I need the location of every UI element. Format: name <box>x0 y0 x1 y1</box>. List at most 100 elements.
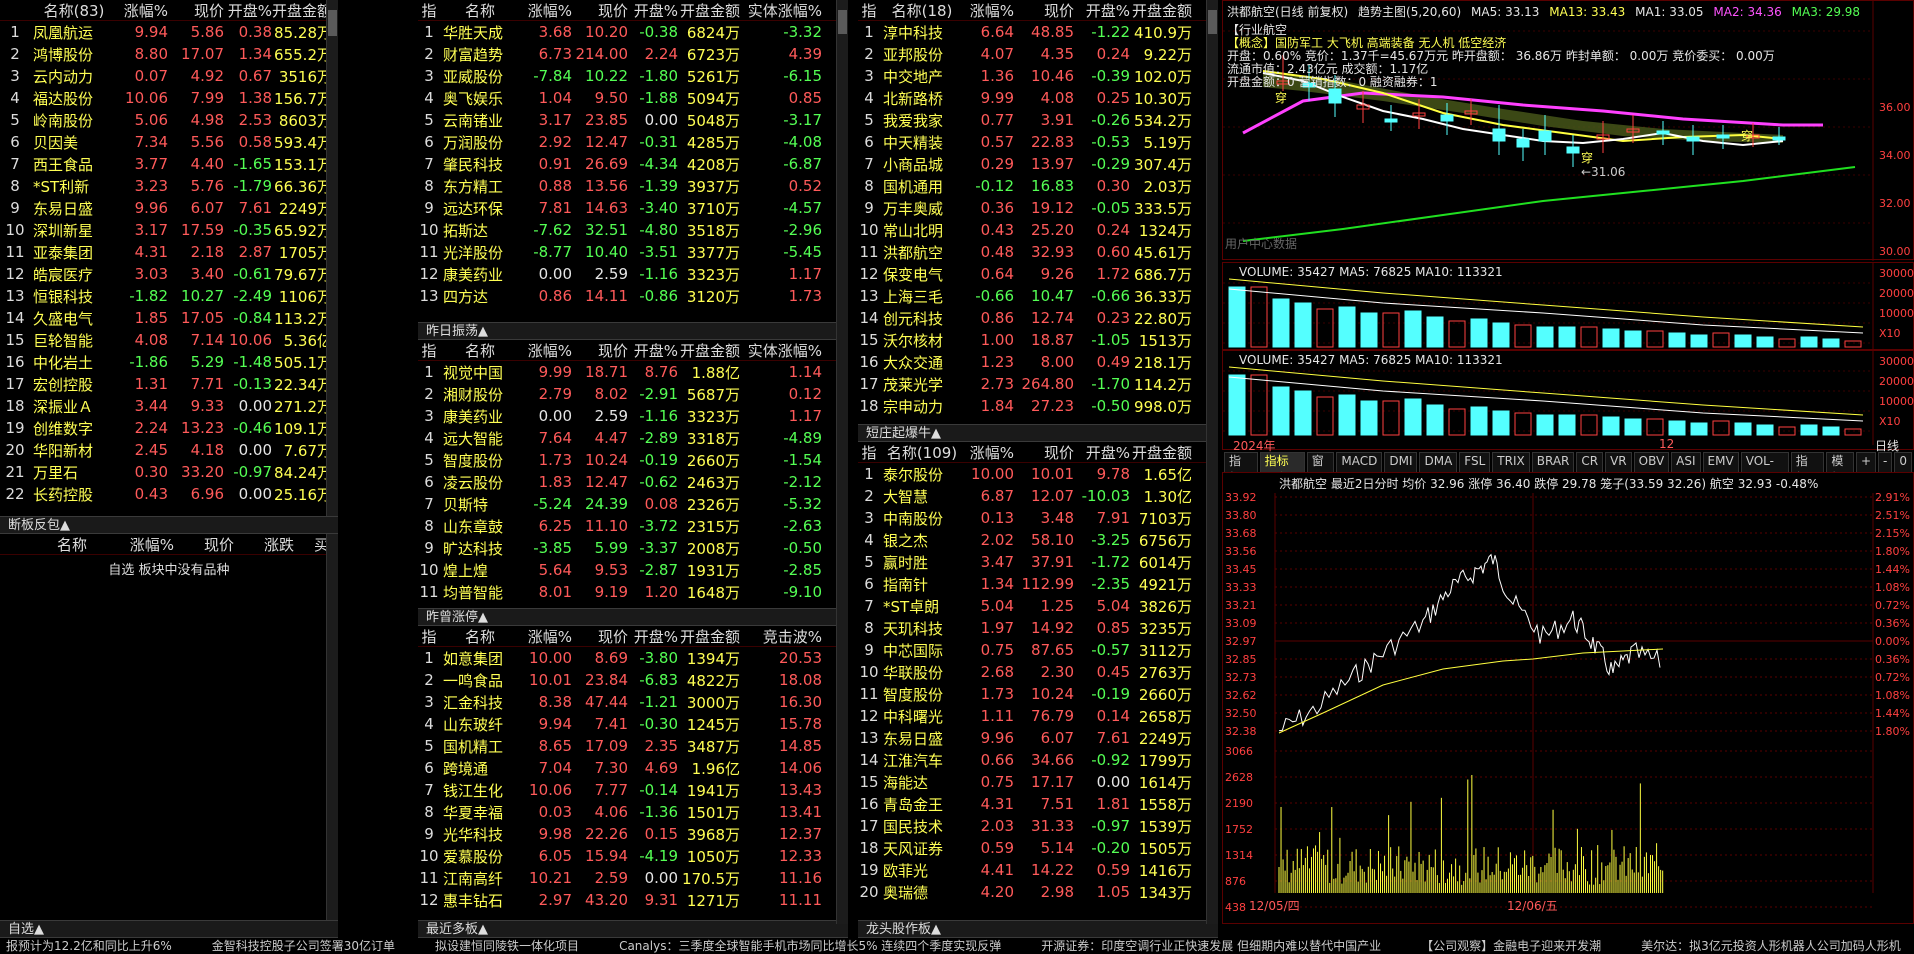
table-row[interactable]: 8*ST利新3.235.76-1.7966.36万6.27 <box>0 175 338 197</box>
news-ticker[interactable]: 报预计为12.2亿和同比上升6% 金智科技控股子公司签署30亿订单 拟设建恒同陵铁一… <box>0 938 1914 954</box>
section-title-zuoceng[interactable]: 昨曾涨停▲ <box>418 608 848 626</box>
column-header[interactable]: 现价 <box>1014 0 1074 21</box>
column-header[interactable]: 现价 <box>572 626 628 647</box>
table-row[interactable]: 6 凌云股份 1.83 12.47 -0.62 2463万 -2.12 <box>418 471 848 493</box>
table-row[interactable]: 7 钱江生化 10.06 7.77 -0.14 1941万 13.43 <box>418 779 848 801</box>
table-row[interactable]: 5 云南锗业 3.17 23.85 0.00 5048万 -3.17 <box>418 109 848 131</box>
table-row[interactable]: 2 亚邦股份 4.07 4.35 0.24 9.22万 <box>858 43 1218 65</box>
table-row[interactable]: 13 上海三毛 -0.66 10.47 -0.66 36.33万 <box>858 285 1218 307</box>
table-row[interactable]: 8 山东章鼓 6.25 11.10 -3.72 2315万 -2.63 <box>418 515 848 537</box>
table-row[interactable]: 11 智度股份 1.73 10.24 -0.19 2660万 <box>858 683 1218 705</box>
column-header[interactable]: 开盘金额 <box>1130 442 1192 463</box>
table-row[interactable]: 18 天风证券 0.59 5.14 -0.20 1505万 <box>858 837 1218 859</box>
column-header[interactable]: 名称(109) <box>880 442 964 463</box>
table-row[interactable]: 11 洪都航空 0.48 32.93 0.60 45.61万 <box>858 241 1218 263</box>
table-row[interactable]: 9 万丰奥威 0.36 19.12 -0.05 333.5万 <box>858 197 1218 219</box>
column-header[interactable]: 开盘% <box>628 626 678 647</box>
column-header[interactable]: 实体涨幅% <box>740 0 822 21</box>
column-header[interactable]: 竞击波% <box>740 626 822 647</box>
table-row[interactable]: 10 拓斯达 -7.62 32.51 -4.80 3518万 -2.96 <box>418 219 848 241</box>
table-row[interactable]: 16中化岩土-1.865.29-1.48505.1万3.52 <box>0 351 338 373</box>
table-row[interactable]: 5 赢时胜 3.47 37.91 -1.72 6014万 <box>858 551 1218 573</box>
table-row[interactable]: 12皓宸医疗3.033.40-0.6179.67万4.29 <box>0 263 338 285</box>
section-title-longtou[interactable]: 龙头股作板▲ <box>858 920 1218 938</box>
table-row[interactable]: 3 中南股份 0.13 3.48 7.91 7103万 <box>858 507 1218 529</box>
table-row[interactable]: 11 江南高纤 10.21 2.59 0.00 170.5万 11.16 <box>418 867 848 889</box>
column-header[interactable]: 涨幅% <box>520 0 572 21</box>
column-header[interactable]: 开盘% <box>628 340 678 361</box>
column-header[interactable]: 开盘% <box>224 0 272 21</box>
table-row[interactable]: 15巨轮智能4.087.1410.065.36亿3.93 <box>0 329 338 351</box>
table-row[interactable]: 10 常山北明 0.43 25.20 0.24 1324万 <box>858 219 1218 241</box>
table-row[interactable]: 10 华联股份 2.68 2.30 0.45 2763万 <box>858 661 1218 683</box>
table-row[interactable]: 7 *ST卓朗 5.04 1.25 5.04 3826万 <box>858 595 1218 617</box>
column-header[interactable]: 开盘% <box>628 0 678 21</box>
table-row[interactable]: 17 国民技术 2.03 31.33 -0.97 1539万 <box>858 815 1218 837</box>
table-row[interactable]: 6 中天精装 0.57 22.83 -0.53 5.19万 <box>858 131 1218 153</box>
table-row[interactable]: 5岭南股份5.064.982.538603万7.10 <box>0 109 338 131</box>
table-row[interactable]: 10深圳新星3.1717.59-0.3565.92万4.52 <box>0 219 338 241</box>
scrollbar[interactable] <box>326 0 338 516</box>
column-header[interactable]: 指 <box>418 626 440 647</box>
column-header[interactable]: 名称 <box>440 626 520 647</box>
table-row[interactable]: 14 江淮汽车 0.66 34.66 -0.92 1799万 <box>858 749 1218 771</box>
news-item[interactable]: 开源证券：印度空调行业正快速发展 但细期内难以替代中国产业 <box>1041 938 1381 954</box>
table-row[interactable]: 2鸿博股份8.8017.071.34655.2万9.42 <box>0 43 338 65</box>
table-row[interactable]: 1 如意集团 10.00 8.69 -3.80 1394万 20.53 <box>418 647 848 669</box>
section-title-duanzhuang[interactable]: 短庄起爆牛▲ <box>858 424 1218 442</box>
table-row[interactable]: 13 四方达 0.86 14.11 -0.86 3120万 1.73 <box>418 285 848 307</box>
table-row[interactable]: 7 小商品城 0.29 13.97 -0.29 307.4万 <box>858 153 1218 175</box>
column-header[interactable]: 现价 <box>572 0 628 21</box>
column-header[interactable]: 指 <box>418 0 440 21</box>
column-header[interactable]: 现价 <box>168 0 224 21</box>
table-row[interactable]: 4 北新路桥 9.99 4.08 0.25 10.30万 <box>858 87 1218 109</box>
column-header[interactable]: 指 <box>858 442 880 463</box>
table-row[interactable]: 22长药控股0.436.960.0025.16万3.11 <box>0 483 338 505</box>
table-row[interactable]: 19创维数字2.2413.23-0.46109.1万3.28 <box>0 417 338 439</box>
table-row[interactable]: 12 中科曙光 1.11 76.79 0.14 2658万 <box>858 705 1218 727</box>
column-header[interactable]: 涨幅% <box>114 534 174 555</box>
table-row[interactable]: 1 华胜天成 3.68 10.20 -0.38 6824万 -3.32 <box>418 21 848 43</box>
column-header[interactable]: 名称(18) <box>880 0 964 21</box>
table-row[interactable]: 2 湘财股份 2.79 8.02 -2.91 5687万 0.12 <box>418 383 848 405</box>
column-header[interactable]: 现价 <box>174 534 234 555</box>
column-header[interactable]: 名称 <box>440 340 520 361</box>
scrollbar[interactable] <box>836 0 848 924</box>
table-row[interactable]: 4 山东玻纤 9.94 7.41 -0.30 1245万 15.78 <box>418 713 848 735</box>
table-row[interactable]: 9 远达环保 7.81 14.63 -3.40 3710万 -4.57 <box>418 197 848 219</box>
table-row[interactable]: 5 智度股份 1.73 10.24 -0.19 2660万 -1.54 <box>418 449 848 471</box>
column-header[interactable]: 指 <box>418 340 440 361</box>
table-row[interactable]: 1 淳中科技 6.64 48.85 -1.22 410.9万 <box>858 21 1218 43</box>
table-row[interactable]: 16 青岛金王 4.31 7.51 1.81 1558万 <box>858 793 1218 815</box>
table-row[interactable]: 4 远大智能 7.64 4.47 -2.89 3318万 -4.89 <box>418 427 848 449</box>
table-row[interactable]: 1 泰尔股份 10.00 10.01 9.78 1.65亿 <box>858 463 1218 485</box>
table-row[interactable]: 9 旷达科技 -3.85 5.99 -3.37 2008万 -0.50 <box>418 537 848 559</box>
table-row[interactable]: 11 光洋股份 -8.77 10.40 -3.51 3377万 -5.45 <box>418 241 848 263</box>
scrollbar[interactable] <box>1206 0 1218 924</box>
table-row[interactable]: 2 一鸣食品 10.01 23.84 -6.83 4822万 18.08 <box>418 669 848 691</box>
column-header[interactable]: 开盘金额 <box>678 626 740 647</box>
table-row[interactable]: 3 康美药业 0.00 2.59 -1.16 3323万 1.17 <box>418 405 848 427</box>
table-row[interactable]: 19 欧菲光 4.41 14.22 0.59 1416万 <box>858 859 1218 881</box>
column-header[interactable]: 开盘% <box>1074 0 1130 21</box>
table-row[interactable]: 1 视觉中国 9.99 18.71 8.76 1.88亿 1.14 <box>418 361 848 383</box>
table-row[interactable]: 13恒银科技-1.8210.27-2.491106万4.16 <box>0 285 338 307</box>
table-row[interactable]: 2 财富趋势 6.73 214.00 2.24 6723万 4.39 <box>418 43 848 65</box>
table-row[interactable]: 20 奥瑞德 4.20 2.98 1.05 1343万 <box>858 881 1218 903</box>
table-row[interactable]: 9 中芯国际 0.75 87.65 -0.57 3112万 <box>858 639 1218 661</box>
column-header[interactable]: 现价 <box>572 340 628 361</box>
table-row[interactable]: 11 均普智能 8.01 9.19 1.20 1648万 -9.10 <box>418 581 848 603</box>
table-row[interactable]: 14 创元科技 0.86 12.74 0.23 22.80万 <box>858 307 1218 329</box>
section-title-zixuan[interactable]: 自选▲ <box>0 920 338 938</box>
news-item[interactable]: 金智科技控股子公司签署30亿订单 <box>212 938 395 954</box>
table-row[interactable]: 18 宗申动力 1.84 27.23 -0.50 998.0万 <box>858 395 1218 417</box>
table-row[interactable]: 18深振业Ａ3.449.330.00271.2万3.42 <box>0 395 338 417</box>
column-header[interactable]: 开盘金额 <box>272 0 332 21</box>
volume-chart-2[interactable]: VOLUME: 35427 MA5: 76825 MA10: 113321 30… <box>1222 350 1914 453</box>
table-row[interactable]: 6 指南针 1.34 112.99 -2.35 4921万 <box>858 573 1218 595</box>
table-row[interactable]: 13 东易日盛 9.96 6.07 7.61 2249万 <box>858 727 1218 749</box>
news-item[interactable]: 【公司观察】金融电子迎来开发潮 <box>1421 938 1601 954</box>
table-row[interactable]: 8 天玑科技 1.97 14.92 0.85 3235万 <box>858 617 1218 639</box>
news-item[interactable]: 美尔达：拟3亿元投资人形机器人公司加码人形机 <box>1641 938 1901 954</box>
column-header[interactable]: 开盘金额 <box>678 340 740 361</box>
